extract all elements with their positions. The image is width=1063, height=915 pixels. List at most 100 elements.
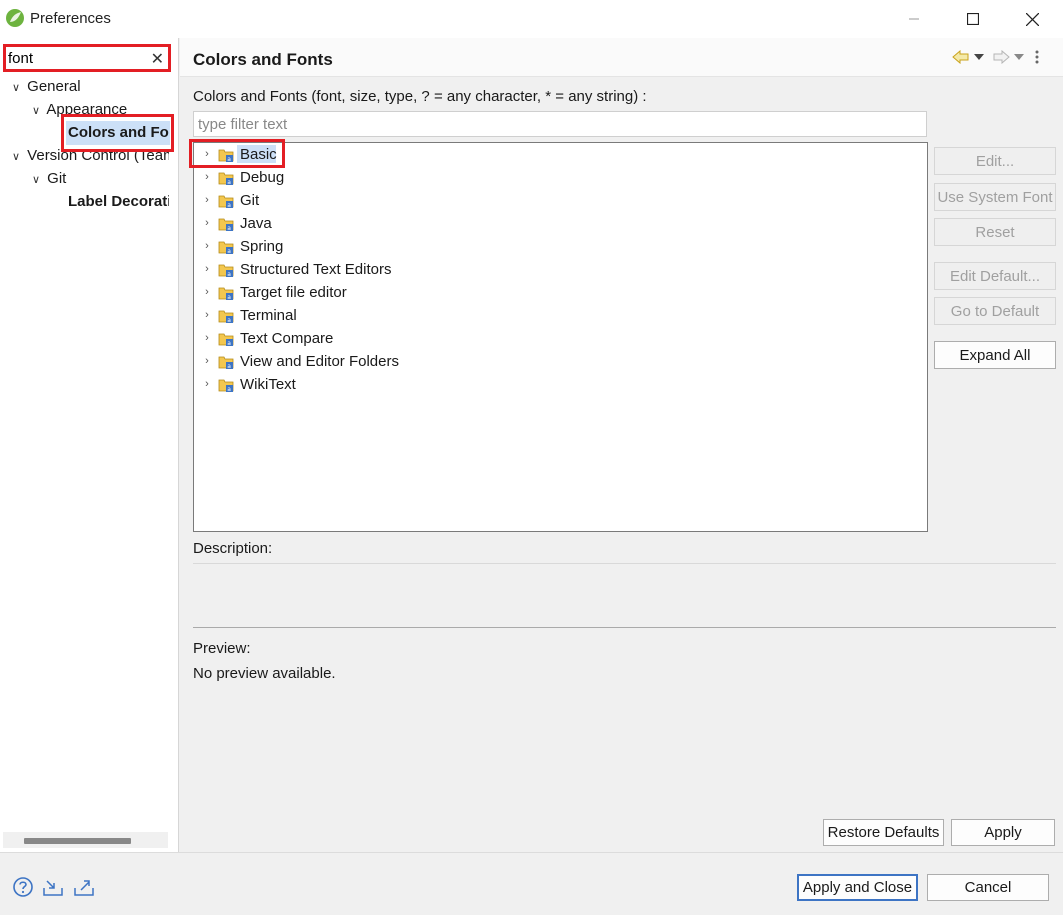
preview-text: No preview available. [193, 665, 336, 682]
filter-text-input[interactable] [193, 111, 927, 137]
svg-text:a: a [227, 363, 231, 370]
use-system-font-button[interactable]: Use System Font [934, 183, 1056, 211]
chevron-right-icon[interactable]: › [201, 235, 213, 258]
category-label: Debug [240, 169, 285, 186]
svg-text:a: a [227, 340, 231, 347]
expand-all-button[interactable]: Expand All [934, 341, 1056, 369]
category-label: View and Editor Folders [240, 353, 399, 370]
tree-item-general[interactable]: ∨ General [9, 76, 174, 98]
chevron-right-icon[interactable]: › [201, 327, 213, 350]
description-area [193, 563, 1056, 628]
chevron-right-icon[interactable]: › [201, 166, 213, 189]
chevron-right-icon[interactable]: › [201, 212, 213, 235]
svg-text:a: a [227, 294, 231, 301]
category-item[interactable]: › a Java [201, 212, 272, 235]
chevron-right-icon[interactable]: › [201, 281, 213, 304]
svg-text:a: a [227, 248, 231, 255]
edit-default-button[interactable]: Edit Default... [934, 262, 1056, 290]
back-arrow-icon[interactable] [952, 50, 970, 64]
category-label: WikiText [240, 376, 296, 393]
folder-font-icon: a [218, 264, 234, 278]
folder-font-icon: a [218, 333, 234, 347]
chevron-right-icon[interactable]: › [201, 304, 213, 327]
svg-text:a: a [227, 317, 231, 324]
folder-font-icon: a [218, 218, 234, 232]
view-menu-icon[interactable] [1034, 50, 1040, 64]
svg-text:a: a [227, 179, 231, 186]
folder-font-icon: a [218, 379, 234, 393]
close-icon [1025, 12, 1039, 26]
svg-text:a: a [227, 271, 231, 278]
chevron-right-icon[interactable]: › [201, 350, 213, 373]
forward-dropdown-icon[interactable] [1014, 53, 1024, 61]
colors-fonts-label: Colors and Fonts (font, size, type, ? = … [193, 88, 647, 105]
apply-and-close-button[interactable]: Apply and Close [797, 874, 918, 901]
restore-defaults-button[interactable]: Restore Defaults [823, 819, 944, 846]
category-item[interactable]: › a Structured Text Editors [201, 258, 391, 281]
import-icon[interactable] [42, 876, 64, 898]
category-item[interactable]: › a Text Compare [201, 327, 333, 350]
highlight-box-colors-and-fonts [61, 114, 174, 152]
category-item[interactable]: › a View and Editor Folders [201, 350, 399, 373]
minimize-button[interactable] [885, 0, 943, 38]
maximize-icon [967, 13, 979, 25]
maximize-button[interactable] [944, 0, 1002, 38]
category-item[interactable]: › a Target file editor [201, 281, 347, 304]
chevron-right-icon[interactable]: › [201, 258, 213, 281]
folder-font-icon: a [218, 356, 234, 370]
go-to-default-button[interactable]: Go to Default [934, 297, 1056, 325]
chevron-down-icon: ∨ [11, 82, 21, 94]
chevron-right-icon[interactable]: › [201, 189, 213, 212]
export-icon[interactable] [73, 876, 95, 898]
navigation-toolbar [952, 48, 1040, 66]
svg-text:a: a [227, 202, 231, 209]
search-input[interactable] [8, 49, 143, 68]
back-dropdown-icon[interactable] [974, 53, 984, 61]
folder-font-icon: a [218, 310, 234, 324]
chevron-down-icon: ∨ [31, 105, 41, 117]
reset-button[interactable]: Reset [934, 218, 1056, 246]
category-label: Java [240, 215, 272, 232]
category-label: Terminal [240, 307, 297, 324]
forward-arrow-icon[interactable] [992, 50, 1010, 64]
preview-label: Preview: [193, 640, 251, 657]
window-title: Preferences [30, 10, 111, 27]
tree-item-label-decorations[interactable]: Label Decorations [68, 191, 169, 213]
category-label: Structured Text Editors [240, 261, 392, 278]
category-label: Target file editor [240, 284, 347, 301]
category-item[interactable]: › a Git [201, 189, 259, 212]
category-item[interactable]: › a Terminal [201, 304, 297, 327]
clear-search-icon[interactable]: ✕ [151, 49, 164, 69]
category-item[interactable]: › a Debug [201, 166, 284, 189]
page-title: Colors and Fonts [193, 50, 333, 69]
tree-item-git[interactable]: ∨ Git [29, 168, 169, 190]
category-label: Git [240, 192, 260, 209]
folder-font-icon: a [218, 287, 234, 301]
cancel-button[interactable]: Cancel [927, 874, 1049, 901]
folder-font-icon: a [218, 172, 234, 186]
help-icon[interactable] [12, 876, 34, 898]
apply-button[interactable]: Apply [951, 819, 1055, 846]
svg-text:a: a [227, 225, 231, 232]
category-label: Text Compare [240, 330, 334, 347]
chevron-down-icon: ∨ [31, 174, 41, 186]
tree-item-label: Label Decorations [68, 193, 169, 210]
description-label: Description: [193, 540, 273, 557]
category-item[interactable]: › a Spring [201, 235, 283, 258]
svg-text:a: a [227, 386, 231, 393]
category-item[interactable]: › a WikiText [201, 373, 296, 396]
minimize-icon [909, 18, 919, 20]
scrollbar-thumb[interactable] [24, 838, 131, 844]
tree-item-label: General [27, 78, 81, 95]
folder-font-icon: a [218, 241, 234, 255]
search-box: ✕ [3, 44, 171, 72]
category-label: Spring [240, 238, 284, 255]
tree-item-label: Git [47, 170, 67, 187]
spring-app-icon [6, 9, 24, 27]
close-button[interactable] [1003, 0, 1061, 38]
chevron-right-icon[interactable]: › [201, 373, 213, 396]
edit-button[interactable]: Edit... [934, 147, 1056, 175]
chevron-down-icon: ∨ [11, 151, 21, 163]
folder-font-icon: a [218, 195, 234, 209]
highlight-box-basic [189, 139, 285, 168]
